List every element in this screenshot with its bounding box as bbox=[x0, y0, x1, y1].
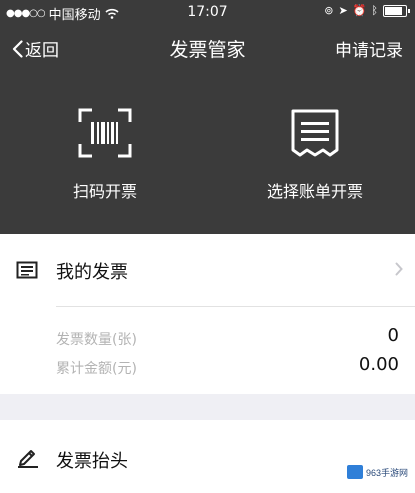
bluetooth-icon: ᛒ bbox=[371, 4, 378, 17]
invoice-count-value: 0 bbox=[387, 325, 399, 346]
total-amount-row: 累计金额(元) 0.00 bbox=[56, 354, 399, 378]
battery-icon bbox=[383, 4, 410, 17]
application-records-button[interactable]: 申请记录 bbox=[335, 36, 403, 61]
nav-bar: 返回 发票管家 申请记录 bbox=[0, 26, 415, 70]
invoice-list-icon bbox=[16, 261, 38, 279]
total-amount-label: 累计金额(元) bbox=[56, 361, 137, 377]
divider bbox=[56, 306, 415, 307]
location-icon: ➤ bbox=[338, 4, 348, 17]
battery-level bbox=[385, 6, 402, 15]
status-right: ⊚ ➤ ⏰ ᛒ bbox=[324, 4, 410, 17]
watermark-text: 963手游网 bbox=[365, 467, 408, 478]
chevron-right-icon bbox=[395, 262, 403, 276]
barcode-scan-icon bbox=[78, 108, 132, 158]
my-invoices-row[interactable]: 我的发票 bbox=[0, 234, 415, 306]
select-bill-invoice-label: 选择账单开票 bbox=[266, 182, 363, 201]
invoice-count-label: 发票数量(张) bbox=[56, 332, 137, 348]
my-invoices-card: 我的发票 发票数量(张) 0 累计金额(元) 0.00 bbox=[0, 234, 415, 394]
my-invoices-label: 我的发票 bbox=[56, 262, 128, 283]
invoice-header-label: 发票抬头 bbox=[56, 451, 128, 472]
dark-header: ●●●○○ 中国移动 17:07 ⊚ ➤ ⏰ ᛒ 返回 发票管家 申请记录 扫码… bbox=[0, 0, 415, 234]
alarm-icon: ⏰ bbox=[352, 4, 367, 17]
pencil-icon bbox=[18, 450, 38, 468]
scan-invoice-label: 扫码开票 bbox=[72, 182, 137, 201]
invoice-count-row: 发票数量(张) 0 bbox=[56, 325, 399, 349]
watermark: 963手游网 bbox=[343, 463, 411, 481]
status-bar: ●●●○○ 中国移动 17:07 ⊚ ➤ ⏰ ᛒ bbox=[0, 0, 415, 24]
scan-invoice-button[interactable]: 扫码开票 bbox=[40, 108, 170, 202]
invoice-manager-screen: ●●●○○ 中国移动 17:07 ⊚ ➤ ⏰ ᛒ 返回 发票管家 申请记录 扫码… bbox=[0, 0, 415, 493]
watermark-logo-icon bbox=[346, 465, 363, 479]
select-bill-invoice-button[interactable]: 选择账单开票 bbox=[240, 108, 390, 202]
invoice-header-row[interactable]: 发票抬头 bbox=[0, 420, 415, 493]
rotation-lock-icon: ⊚ bbox=[324, 4, 334, 17]
total-amount-value: 0.00 bbox=[358, 354, 399, 375]
receipt-icon bbox=[291, 109, 339, 157]
